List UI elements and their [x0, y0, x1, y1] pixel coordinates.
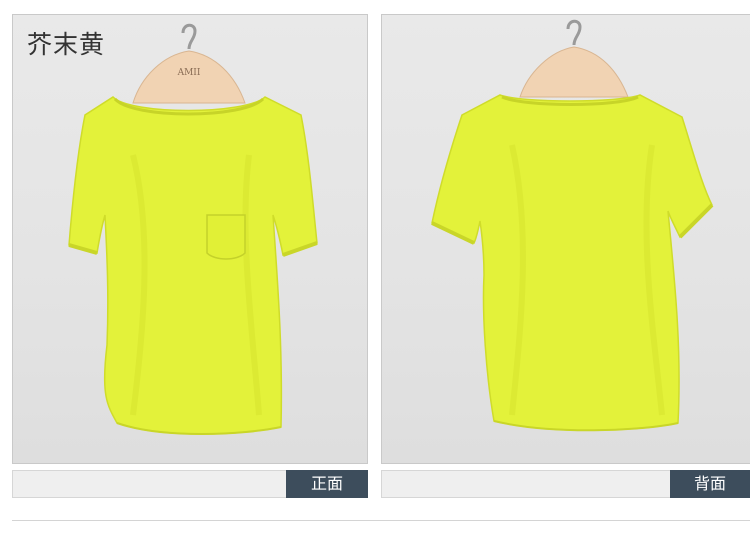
- back-caption-bar: 背面: [381, 470, 750, 498]
- back-view-label: 背面: [670, 470, 750, 498]
- back-view-photo: [381, 14, 750, 464]
- front-view-photo: 芥末黄 AMII: [12, 14, 368, 464]
- hanger: [519, 46, 629, 98]
- tshirt-back-image: [431, 19, 714, 432]
- hanger-brand-label: AMII: [177, 68, 201, 78]
- front-view-label: 正面: [286, 470, 368, 498]
- bottom-divider: [12, 520, 750, 521]
- tshirt-front-body: [68, 96, 318, 435]
- chest-pocket: [206, 214, 246, 260]
- tshirt-back-body: [431, 94, 713, 431]
- tshirt-front-image: AMII: [68, 23, 318, 435]
- front-caption-bar: 正面: [12, 470, 368, 498]
